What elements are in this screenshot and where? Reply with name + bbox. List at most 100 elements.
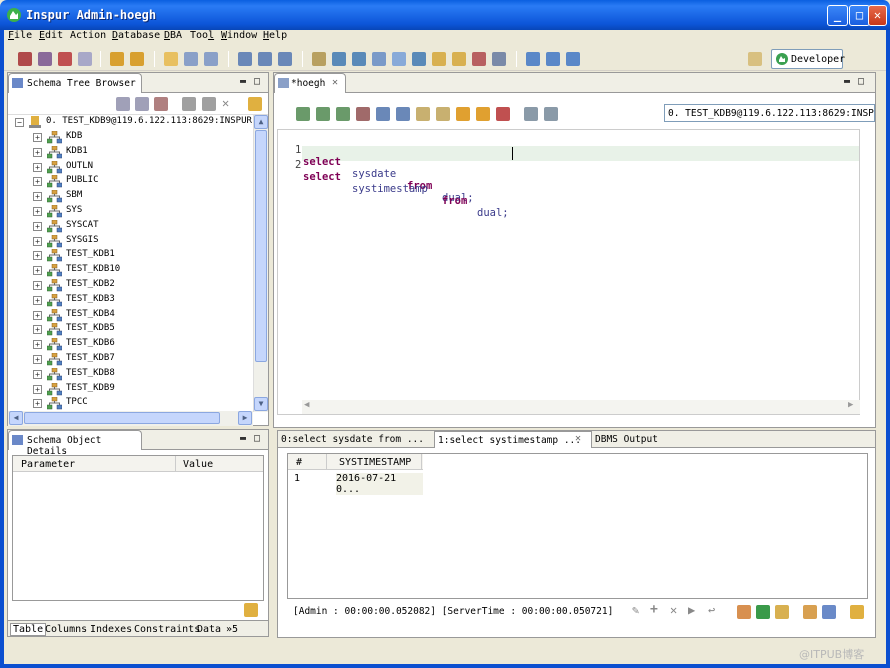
link-icon[interactable] [244, 603, 258, 617]
expand-icon[interactable]: + [33, 207, 42, 216]
systimestamp-cell[interactable]: 2016-07-21 0... [336, 473, 423, 495]
value-header[interactable]: Value [183, 459, 213, 470]
edit-icon[interactable] [202, 97, 216, 111]
monitor-icon[interactable] [352, 52, 366, 66]
save-all-icon[interactable] [204, 52, 218, 66]
tree-horizontal-scrollbar[interactable]: ◀ ▶ [8, 411, 253, 426]
excel-export-icon[interactable] [756, 605, 770, 619]
expand-icon[interactable]: + [33, 281, 42, 290]
link-icon[interactable] [850, 605, 864, 619]
connect-icon[interactable] [18, 52, 32, 66]
menu-edit[interactable]: Edit [39, 30, 63, 41]
play-icon[interactable]: ▶ [688, 603, 695, 617]
expand-icon[interactable]: + [33, 310, 42, 320]
format-icon[interactable] [416, 107, 430, 121]
scroll-down-icon[interactable]: ▼ [254, 397, 268, 411]
expand-icon[interactable]: + [33, 177, 42, 187]
tab-data[interactable]: Data [197, 624, 221, 635]
menu-file[interactable]: File [8, 30, 32, 41]
expand-icon[interactable]: + [33, 295, 42, 305]
open-folder-icon[interactable] [164, 52, 178, 66]
print-icon[interactable] [78, 52, 92, 66]
table-icon[interactable] [312, 52, 326, 66]
menu-help[interactable]: Help [263, 30, 287, 41]
expand-icon[interactable]: + [33, 251, 42, 261]
expand-icon[interactable]: + [33, 355, 42, 364]
layout-icon[interactable] [822, 605, 836, 619]
delete-icon[interactable]: ✕ [222, 96, 229, 110]
reconnect-icon[interactable] [58, 52, 72, 66]
maximize-icon[interactable]: □ [254, 76, 260, 87]
h-scroll-thumb[interactable] [24, 412, 220, 424]
developer-perspective-button[interactable]: Developer [771, 49, 845, 69]
expand-icon[interactable]: + [33, 192, 42, 202]
tab-hoegh[interactable]: *hoegh ✕ [274, 73, 346, 93]
connection-select[interactable]: 0. TEST_KDB9@119.6.122.113:8629:INSPUR_1 [664, 104, 875, 122]
menu-database[interactable]: Database [112, 30, 160, 41]
close-tab-icon[interactable]: ✕ [332, 77, 338, 88]
import-result-icon[interactable] [544, 107, 558, 121]
systimestamp-header[interactable]: SYSTIMESTAMP [339, 457, 411, 468]
add-row-icon[interactable]: + [650, 602, 658, 617]
tab-indexes[interactable]: Indexes [90, 624, 132, 635]
maximize-button[interactable]: □ [849, 5, 870, 26]
expand-icon[interactable]: + [33, 133, 42, 142]
swap-icon[interactable] [775, 605, 789, 619]
forward-icon[interactable] [130, 52, 144, 66]
detach-icon[interactable] [803, 605, 817, 619]
schema-icon[interactable] [452, 52, 466, 66]
expand-icon[interactable]: + [33, 369, 42, 379]
expand-icon[interactable]: + [33, 236, 42, 246]
sql-editor[interactable]: 1 select sysdate from dual; 2 select sys… [277, 129, 860, 415]
grid-view-icon[interactable] [737, 605, 751, 619]
minimize-button[interactable]: _ [827, 5, 848, 26]
save-icon[interactable] [184, 52, 198, 66]
expand-icon[interactable]: + [33, 384, 42, 394]
minimize-icon[interactable]: ▬ [240, 433, 246, 444]
chart-icon[interactable] [372, 52, 386, 66]
scroll-left-icon[interactable]: ◀ [9, 411, 23, 425]
expand-icon[interactable]: + [33, 340, 42, 350]
run-script-icon[interactable] [316, 107, 330, 121]
prev-icon[interactable] [456, 107, 470, 121]
execute-script-icon[interactable] [258, 52, 272, 66]
expand-icon[interactable]: + [33, 325, 42, 335]
more-tabs[interactable]: »5 [226, 624, 238, 635]
menu-tool[interactable]: Tool [190, 30, 214, 41]
rollback-icon[interactable] [396, 107, 410, 121]
menu-window[interactable]: Window [221, 30, 257, 41]
report-icon[interactable] [492, 52, 506, 66]
tab-constraints[interactable]: Constraints [134, 624, 200, 635]
table-row[interactable]: 1 2016-07-21 0... [288, 471, 423, 495]
scroll-up-icon[interactable]: ▲ [254, 115, 268, 129]
grid-icon[interactable] [472, 52, 486, 66]
close-result-icon[interactable]: ✕ [575, 433, 581, 444]
expand-icon[interactable]: + [33, 266, 42, 276]
collapse-icon[interactable]: − [15, 118, 24, 127]
row-number-header[interactable]: # [296, 457, 302, 468]
commit-icon[interactable] [376, 107, 390, 121]
menu-dba[interactable]: DBA [164, 30, 182, 41]
menu-action[interactable]: Action [70, 30, 106, 41]
close-button[interactable]: ✕ [868, 5, 887, 26]
upload-icon[interactable] [566, 52, 580, 66]
export-icon[interactable] [526, 52, 540, 66]
scroll-thumb[interactable] [255, 130, 267, 362]
database-icon[interactable] [432, 52, 446, 66]
delete-row-icon[interactable]: ✕ [670, 603, 677, 617]
run-step-icon[interactable] [336, 107, 350, 121]
link-icon[interactable] [248, 97, 262, 111]
disconnect-icon[interactable] [38, 52, 52, 66]
maximize-icon[interactable]: □ [254, 433, 260, 444]
disconnect-db-icon[interactable] [154, 97, 168, 111]
import-icon[interactable] [546, 52, 560, 66]
expand-icon[interactable]: + [33, 162, 42, 172]
explain-plan-icon[interactable] [278, 52, 292, 66]
run-sql-icon[interactable] [296, 107, 310, 121]
sql-editor-icon[interactable] [238, 52, 252, 66]
tab-table[interactable]: Table [10, 623, 47, 636]
result-tab-1[interactable]: 1:select systimestamp ... ✕ [434, 431, 592, 448]
open-perspective-icon[interactable] [748, 52, 762, 66]
parameter-header[interactable]: Parameter [21, 459, 75, 470]
find-icon[interactable] [392, 52, 406, 66]
